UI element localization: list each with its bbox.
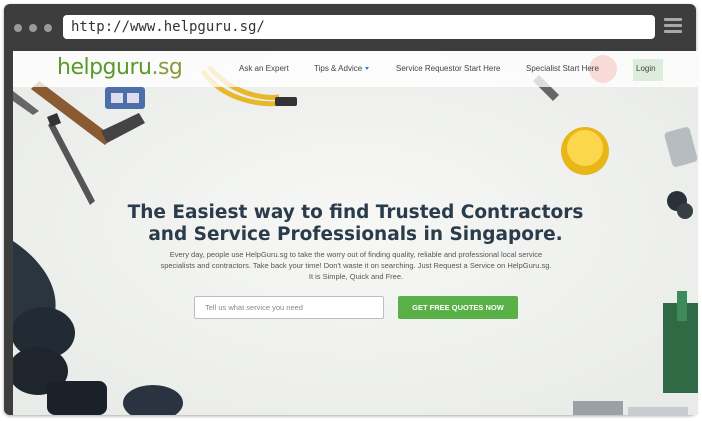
get-free-quotes-button[interactable]: GET FREE QUOTES NOW — [398, 296, 518, 319]
hero-subtext-line2: specialists and contractors. Take back y… — [160, 261, 552, 270]
nav-login[interactable]: Login — [636, 63, 656, 75]
hero-headline-line1: The Easiest way to find Trusted Contract… — [127, 202, 584, 223]
nav-tips-advice-label: Tips & Advice — [314, 64, 363, 73]
nav-tips-advice[interactable]: Tips & Advice — [314, 63, 370, 75]
address-bar[interactable]: http://www.helpguru.sg/ — [63, 15, 655, 39]
window-maximize-dot[interactable] — [44, 24, 52, 32]
hamburger-menu-icon[interactable] — [664, 18, 682, 34]
browser-window: http://www.helpguru.sg/ helpguru.sg Ask … — [4, 4, 698, 415]
top-navigation: helpguru.sg Ask an Expert Tips & Advice … — [13, 51, 698, 87]
site-logo[interactable]: helpguru.sg — [57, 55, 183, 81]
service-search-input[interactable]: Tell us what service you need — [194, 296, 384, 319]
window-minimize-dot[interactable] — [29, 24, 37, 32]
nav-ask-an-expert[interactable]: Ask an Expert — [239, 63, 289, 75]
hero-headline-line2: and Service Professionals in Singapore. — [148, 224, 563, 245]
nav-service-requestor[interactable]: Service Requestor Start Here — [396, 63, 501, 75]
nav-specialist[interactable]: Specialist Start Here — [526, 63, 599, 75]
hero-subtext: Every day, people use HelpGuru.sg to tak… — [151, 249, 561, 282]
logo-text-main: helpguru — [57, 55, 152, 80]
hero-subtext-line1: Every day, people use HelpGuru.sg to tak… — [169, 250, 543, 259]
hero-subtext-line3: It is Simple, Quick and Free. — [308, 272, 404, 281]
chevron-down-icon — [365, 67, 370, 71]
window-close-dot[interactable] — [14, 24, 22, 32]
logo-text-suffix: .sg — [151, 55, 183, 80]
hero-headline: The Easiest way to find Trusted Contract… — [13, 202, 698, 246]
page-viewport: helpguru.sg Ask an Expert Tips & Advice … — [13, 51, 698, 415]
